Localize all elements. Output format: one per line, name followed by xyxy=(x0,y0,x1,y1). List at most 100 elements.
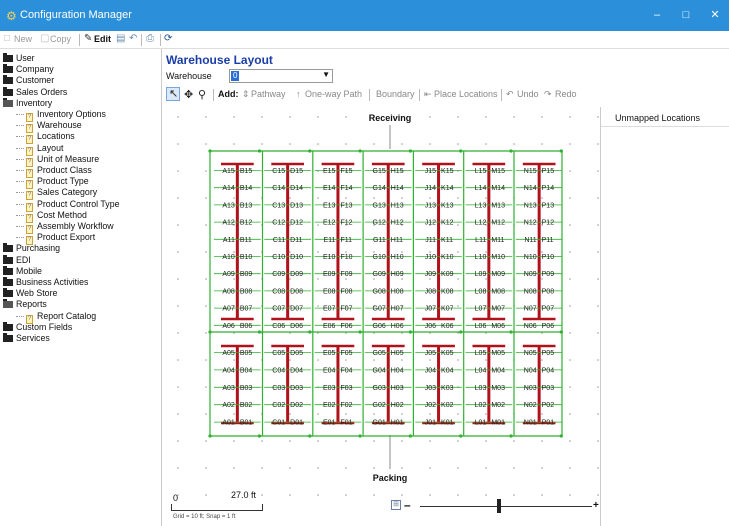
tree-item-product-class[interactable]: ? Product Class xyxy=(26,164,92,178)
undo-button[interactable]: Undo xyxy=(517,89,539,99)
tree-connector xyxy=(16,181,24,183)
grid-dot xyxy=(569,251,571,253)
print-icon[interactable]: ⎙ xyxy=(146,33,154,44)
grid-dot xyxy=(401,494,403,496)
tree-label: Mobile xyxy=(16,265,42,276)
grid-dot xyxy=(457,224,459,226)
folder-icon xyxy=(3,86,13,96)
layout-canvas[interactable]: Receiving Packing A15 B15 A14 B14 A13 B13 A12 B12… xyxy=(170,107,600,520)
pathway-button[interactable]: Pathway xyxy=(251,89,286,99)
tree-item-sales-category[interactable]: ? Sales Category xyxy=(26,186,97,201)
warehouse-layout-drawing[interactable]: Receiving Packing A15 B15 A14 B14 A13 B13 A12 B12… xyxy=(170,107,600,520)
tree-item-layout[interactable]: ? Layout xyxy=(26,142,63,156)
location-label: F08 xyxy=(340,288,352,295)
tree-item-product-export[interactable]: ? Product Export xyxy=(26,231,95,246)
warehouse-select[interactable]: 0 ▼ xyxy=(229,69,333,83)
grid-dot xyxy=(177,143,179,145)
location-label: P05 xyxy=(542,350,555,357)
zoom-icon[interactable]: ⚲ xyxy=(198,88,206,101)
tree-folder-company[interactable]: Company xyxy=(3,63,54,75)
panel-divider xyxy=(601,126,729,127)
boundary-button[interactable]: Boundary xyxy=(376,89,415,99)
tree-item-product-control-type[interactable]: ? Product Control Type xyxy=(26,198,119,212)
edit-button[interactable]: Edit xyxy=(94,34,111,44)
grid-dot xyxy=(541,278,543,280)
place-locations-button[interactable]: Place Locations xyxy=(434,89,498,99)
location-label: K14 xyxy=(441,185,454,192)
grid-dot xyxy=(205,413,207,415)
pathway-node xyxy=(208,149,212,153)
save-icon[interactable]: ▤ xyxy=(116,33,125,44)
tree-label: Web Store xyxy=(16,288,58,299)
location-label: A11 xyxy=(223,237,235,244)
grid-dot xyxy=(177,116,179,118)
app-gear-icon: ⚙ xyxy=(6,9,17,23)
tree-folder-business-activities[interactable]: Business Activities xyxy=(3,276,88,288)
tree-folder-services[interactable]: Services xyxy=(3,332,50,344)
zoom-in-button[interactable]: + xyxy=(593,500,599,511)
new-button[interactable]: New xyxy=(14,34,32,44)
zoom-slider-track[interactable] xyxy=(420,506,592,507)
tree-folder-user[interactable]: User xyxy=(3,52,35,64)
grid-dot xyxy=(597,386,599,388)
location-label: N07 xyxy=(524,306,537,313)
maximize-button[interactable]: □ xyxy=(676,7,696,23)
grid-dot xyxy=(457,197,459,199)
move-icon[interactable]: ✥ xyxy=(184,88,193,101)
tree-item-cost-method[interactable]: ? Cost Method xyxy=(26,209,87,223)
toolbar-separator xyxy=(141,34,142,46)
tree-item-inventory-options[interactable]: ? Inventory Options xyxy=(26,108,106,122)
fit-to-screen-icon[interactable]: ⊞ xyxy=(391,500,401,510)
grid-dot xyxy=(177,440,179,442)
location-label: M14 xyxy=(491,185,505,192)
tree-item-report-catalog[interactable]: ? Report Catalog xyxy=(26,310,96,324)
grid-dot xyxy=(261,143,263,145)
grid-dot xyxy=(541,116,543,118)
zoom-slider-thumb[interactable] xyxy=(497,499,501,513)
minimize-button[interactable]: – xyxy=(647,7,667,23)
undo-icon[interactable]: ↶ xyxy=(129,33,137,44)
grid-dot xyxy=(401,197,403,199)
tree-folder-web-store[interactable]: Web Store xyxy=(3,287,57,299)
toolbar-separator xyxy=(501,89,502,101)
redo-button[interactable]: Redo xyxy=(555,89,577,99)
tree-folder-customer[interactable]: Customer xyxy=(3,74,54,86)
location-label: B15 xyxy=(240,168,253,175)
tree-folder-edi[interactable]: EDI xyxy=(3,254,31,266)
location-label: J06 xyxy=(425,323,436,330)
tree-item-product-type[interactable]: ? Product Type xyxy=(26,175,89,190)
grid-dot xyxy=(597,170,599,172)
location-label: A07 xyxy=(222,306,235,313)
tree-item-locations[interactable]: ? Locations xyxy=(26,130,75,145)
close-button[interactable]: ✕ xyxy=(705,7,725,23)
copy-button[interactable]: Copy xyxy=(50,34,71,44)
location-label: A15 xyxy=(222,168,235,175)
tree-item-unit-of-measure[interactable]: ? Unit of Measure xyxy=(26,153,99,167)
zoom-out-button[interactable]: – xyxy=(404,498,411,512)
location-label: C12 xyxy=(272,220,285,227)
tree-folder-custom-fields[interactable]: Custom Fields xyxy=(3,321,72,333)
location-label: J03 xyxy=(425,385,436,392)
navigation-tree: User Company Customer Sales Orders Inventory… xyxy=(0,49,162,526)
location-label: H07 xyxy=(391,306,404,313)
tree-folder-purchasing[interactable]: Purchasing xyxy=(3,242,60,254)
grid-dot xyxy=(317,116,319,118)
grid-dot xyxy=(569,143,571,145)
tree-item-assembly-workflow[interactable]: ? Assembly Workflow xyxy=(26,220,114,234)
location-label: B10 xyxy=(240,254,253,261)
refresh-icon[interactable]: ⟳ xyxy=(164,33,172,44)
grid-dot xyxy=(513,467,515,469)
tree-folder-reports[interactable]: Reports xyxy=(3,298,47,310)
tree-folder-mobile[interactable]: Mobile xyxy=(3,265,42,277)
one-way-path-button[interactable]: One-way Path xyxy=(305,89,362,99)
tree-folder-inventory[interactable]: Inventory xyxy=(3,97,52,109)
location-label: L02 xyxy=(475,402,487,409)
grid-dot xyxy=(485,359,487,361)
grid-dot xyxy=(345,278,347,280)
grid-dot xyxy=(233,278,235,280)
tree-folder-sales-orders[interactable]: Sales Orders xyxy=(3,86,67,98)
grid-dot xyxy=(317,143,319,145)
grid-dot xyxy=(373,467,375,469)
tree-item-warehouse[interactable]: ? Warehouse xyxy=(26,119,82,134)
grid-dot xyxy=(541,467,543,469)
